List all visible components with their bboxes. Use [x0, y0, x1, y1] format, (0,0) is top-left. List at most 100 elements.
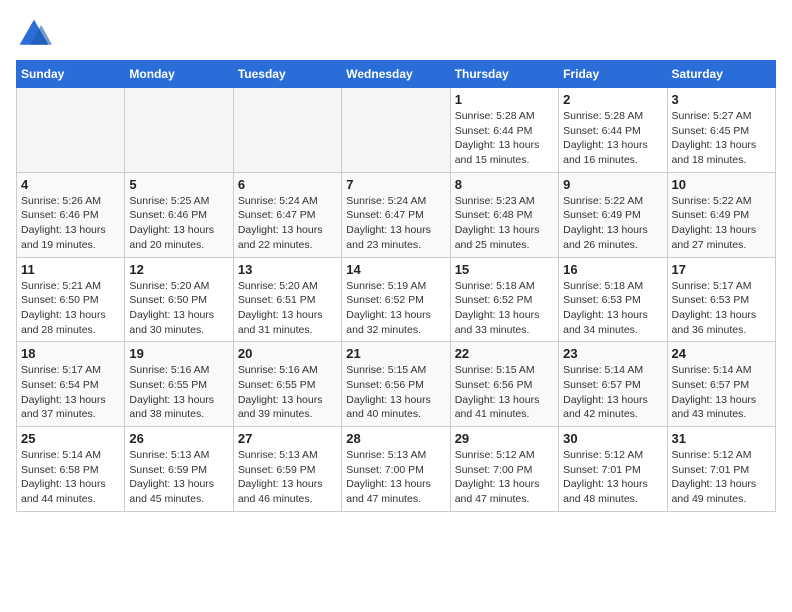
calendar-cell: 23 Sunrise: 5:14 AM Sunset: 6:57 PM Dayli… — [559, 342, 667, 427]
calendar-week-row: 1 Sunrise: 5:28 AM Sunset: 6:44 PM Daylig… — [17, 88, 776, 173]
day-info: Sunrise: 5:23 AM Sunset: 6:48 PM Dayligh… — [455, 194, 554, 253]
day-number: 27 — [238, 431, 337, 446]
calendar-table: SundayMondayTuesdayWednesdayThursdayFrid… — [16, 60, 776, 512]
day-number: 22 — [455, 346, 554, 361]
day-number: 4 — [21, 177, 120, 192]
day-info: Sunrise: 5:16 AM Sunset: 6:55 PM Dayligh… — [129, 363, 228, 422]
day-info: Sunrise: 5:18 AM Sunset: 6:52 PM Dayligh… — [455, 279, 554, 338]
day-info: Sunrise: 5:16 AM Sunset: 6:55 PM Dayligh… — [238, 363, 337, 422]
calendar-cell: 26Sunrise: 5:13 AM Sunset: 6:59 PM Dayli… — [125, 427, 233, 512]
day-number: 14 — [346, 262, 445, 277]
day-info: Sunrise: 5:27 AM Sunset: 6:45 PM Dayligh… — [672, 109, 771, 168]
day-number: 1 — [455, 92, 554, 107]
day-number: 11 — [21, 262, 120, 277]
day-number: 8 — [455, 177, 554, 192]
day-number: 25 — [21, 431, 120, 446]
day-number: 29 — [455, 431, 554, 446]
calendar-cell: 29Sunrise: 5:12 AM Sunset: 7:00 PM Dayli… — [450, 427, 558, 512]
weekday-header: Wednesday — [342, 61, 450, 88]
calendar-cell: 28 Sunrise: 5:13 AM Sunset: 7:00 PM Dayli… — [342, 427, 450, 512]
day-number: 6 — [238, 177, 337, 192]
day-info: Sunrise: 5:26 AM Sunset: 6:46 PM Dayligh… — [21, 194, 120, 253]
day-info: Sunrise: 5:12 AM Sunset: 7:01 PM Dayligh… — [672, 448, 771, 507]
calendar-cell: 22 Sunrise: 5:15 AM Sunset: 6:56 PM Dayli… — [450, 342, 558, 427]
calendar-week-row: 4 Sunrise: 5:26 AM Sunset: 6:46 PM Daylig… — [17, 172, 776, 257]
calendar-cell: 17Sunrise: 5:17 AM Sunset: 6:53 PM Dayli… — [667, 257, 775, 342]
day-number: 16 — [563, 262, 662, 277]
day-info: Sunrise: 5:25 AM Sunset: 6:46 PM Dayligh… — [129, 194, 228, 253]
day-number: 7 — [346, 177, 445, 192]
day-info: Sunrise: 5:15 AM Sunset: 6:56 PM Dayligh… — [346, 363, 445, 422]
day-info: Sunrise: 5:22 AM Sunset: 6:49 PM Dayligh… — [563, 194, 662, 253]
day-info: Sunrise: 5:21 AM Sunset: 6:50 PM Dayligh… — [21, 279, 120, 338]
calendar-cell: 21 Sunrise: 5:15 AM Sunset: 6:56 PM Dayli… — [342, 342, 450, 427]
day-number: 31 — [672, 431, 771, 446]
day-number: 24 — [672, 346, 771, 361]
calendar-cell: 16 Sunrise: 5:18 AM Sunset: 6:53 PM Dayli… — [559, 257, 667, 342]
calendar-cell: 8 Sunrise: 5:23 AM Sunset: 6:48 PM Daylig… — [450, 172, 558, 257]
calendar-cell: 3 Sunrise: 5:27 AM Sunset: 6:45 PM Daylig… — [667, 88, 775, 173]
calendar-cell: 2 Sunrise: 5:28 AM Sunset: 6:44 PM Daylig… — [559, 88, 667, 173]
day-number: 28 — [346, 431, 445, 446]
day-info: Sunrise: 5:14 AM Sunset: 6:58 PM Dayligh… — [21, 448, 120, 507]
calendar-cell: 6 Sunrise: 5:24 AM Sunset: 6:47 PM Daylig… — [233, 172, 341, 257]
day-info: Sunrise: 5:22 AM Sunset: 6:49 PM Dayligh… — [672, 194, 771, 253]
day-info: Sunrise: 5:20 AM Sunset: 6:50 PM Dayligh… — [129, 279, 228, 338]
calendar-cell: 24 Sunrise: 5:14 AM Sunset: 6:57 PM Dayli… — [667, 342, 775, 427]
day-info: Sunrise: 5:13 AM Sunset: 7:00 PM Dayligh… — [346, 448, 445, 507]
day-info: Sunrise: 5:24 AM Sunset: 6:47 PM Dayligh… — [346, 194, 445, 253]
day-info: Sunrise: 5:14 AM Sunset: 6:57 PM Dayligh… — [672, 363, 771, 422]
calendar-cell — [125, 88, 233, 173]
logo — [16, 16, 56, 52]
day-number: 23 — [563, 346, 662, 361]
calendar-cell: 27 Sunrise: 5:13 AM Sunset: 6:59 PM Dayli… — [233, 427, 341, 512]
weekday-header: Friday — [559, 61, 667, 88]
weekday-header: Sunday — [17, 61, 125, 88]
day-number: 9 — [563, 177, 662, 192]
calendar-cell: 31 Sunrise: 5:12 AM Sunset: 7:01 PM Dayli… — [667, 427, 775, 512]
calendar-cell: 4 Sunrise: 5:26 AM Sunset: 6:46 PM Daylig… — [17, 172, 125, 257]
weekday-header: Monday — [125, 61, 233, 88]
calendar-cell — [17, 88, 125, 173]
day-number: 10 — [672, 177, 771, 192]
day-info: Sunrise: 5:28 AM Sunset: 6:44 PM Dayligh… — [455, 109, 554, 168]
weekday-header: Thursday — [450, 61, 558, 88]
calendar-cell: 13 Sunrise: 5:20 AM Sunset: 6:51 PM Dayli… — [233, 257, 341, 342]
day-number: 13 — [238, 262, 337, 277]
day-number: 12 — [129, 262, 228, 277]
calendar-cell: 15 Sunrise: 5:18 AM Sunset: 6:52 PM Dayli… — [450, 257, 558, 342]
day-info: Sunrise: 5:15 AM Sunset: 6:56 PM Dayligh… — [455, 363, 554, 422]
calendar-header: SundayMondayTuesdayWednesdayThursdayFrid… — [17, 61, 776, 88]
calendar-cell: 12 Sunrise: 5:20 AM Sunset: 6:50 PM Dayli… — [125, 257, 233, 342]
day-info: Sunrise: 5:28 AM Sunset: 6:44 PM Dayligh… — [563, 109, 662, 168]
day-info: Sunrise: 5:20 AM Sunset: 6:51 PM Dayligh… — [238, 279, 337, 338]
day-number: 2 — [563, 92, 662, 107]
calendar-cell: 11 Sunrise: 5:21 AM Sunset: 6:50 PM Dayli… — [17, 257, 125, 342]
day-number: 5 — [129, 177, 228, 192]
day-info: Sunrise: 5:12 AM Sunset: 7:01 PM Dayligh… — [563, 448, 662, 507]
calendar-cell: 20 Sunrise: 5:16 AM Sunset: 6:55 PM Dayli… — [233, 342, 341, 427]
calendar-cell: 10 Sunrise: 5:22 AM Sunset: 6:49 PM Dayli… — [667, 172, 775, 257]
day-info: Sunrise: 5:14 AM Sunset: 6:57 PM Dayligh… — [563, 363, 662, 422]
day-number: 3 — [672, 92, 771, 107]
calendar-cell: 14Sunrise: 5:19 AM Sunset: 6:52 PM Dayli… — [342, 257, 450, 342]
day-number: 20 — [238, 346, 337, 361]
day-number: 15 — [455, 262, 554, 277]
header — [16, 16, 776, 52]
calendar-cell: 1 Sunrise: 5:28 AM Sunset: 6:44 PM Daylig… — [450, 88, 558, 173]
weekday-header: Tuesday — [233, 61, 341, 88]
day-info: Sunrise: 5:17 AM Sunset: 6:54 PM Dayligh… — [21, 363, 120, 422]
calendar-header-row: SundayMondayTuesdayWednesdayThursdayFrid… — [17, 61, 776, 88]
day-info: Sunrise: 5:17 AM Sunset: 6:53 PM Dayligh… — [672, 279, 771, 338]
calendar-cell: 18Sunrise: 5:17 AM Sunset: 6:54 PM Dayli… — [17, 342, 125, 427]
day-info: Sunrise: 5:18 AM Sunset: 6:53 PM Dayligh… — [563, 279, 662, 338]
calendar-week-row: 11 Sunrise: 5:21 AM Sunset: 6:50 PM Dayli… — [17, 257, 776, 342]
day-info: Sunrise: 5:13 AM Sunset: 6:59 PM Dayligh… — [238, 448, 337, 507]
calendar-body: 1 Sunrise: 5:28 AM Sunset: 6:44 PM Daylig… — [17, 88, 776, 512]
day-number: 21 — [346, 346, 445, 361]
calendar-cell: 30 Sunrise: 5:12 AM Sunset: 7:01 PM Dayli… — [559, 427, 667, 512]
day-number: 30 — [563, 431, 662, 446]
day-info: Sunrise: 5:24 AM Sunset: 6:47 PM Dayligh… — [238, 194, 337, 253]
logo-icon — [16, 16, 52, 52]
calendar-cell: 7 Sunrise: 5:24 AM Sunset: 6:47 PM Daylig… — [342, 172, 450, 257]
